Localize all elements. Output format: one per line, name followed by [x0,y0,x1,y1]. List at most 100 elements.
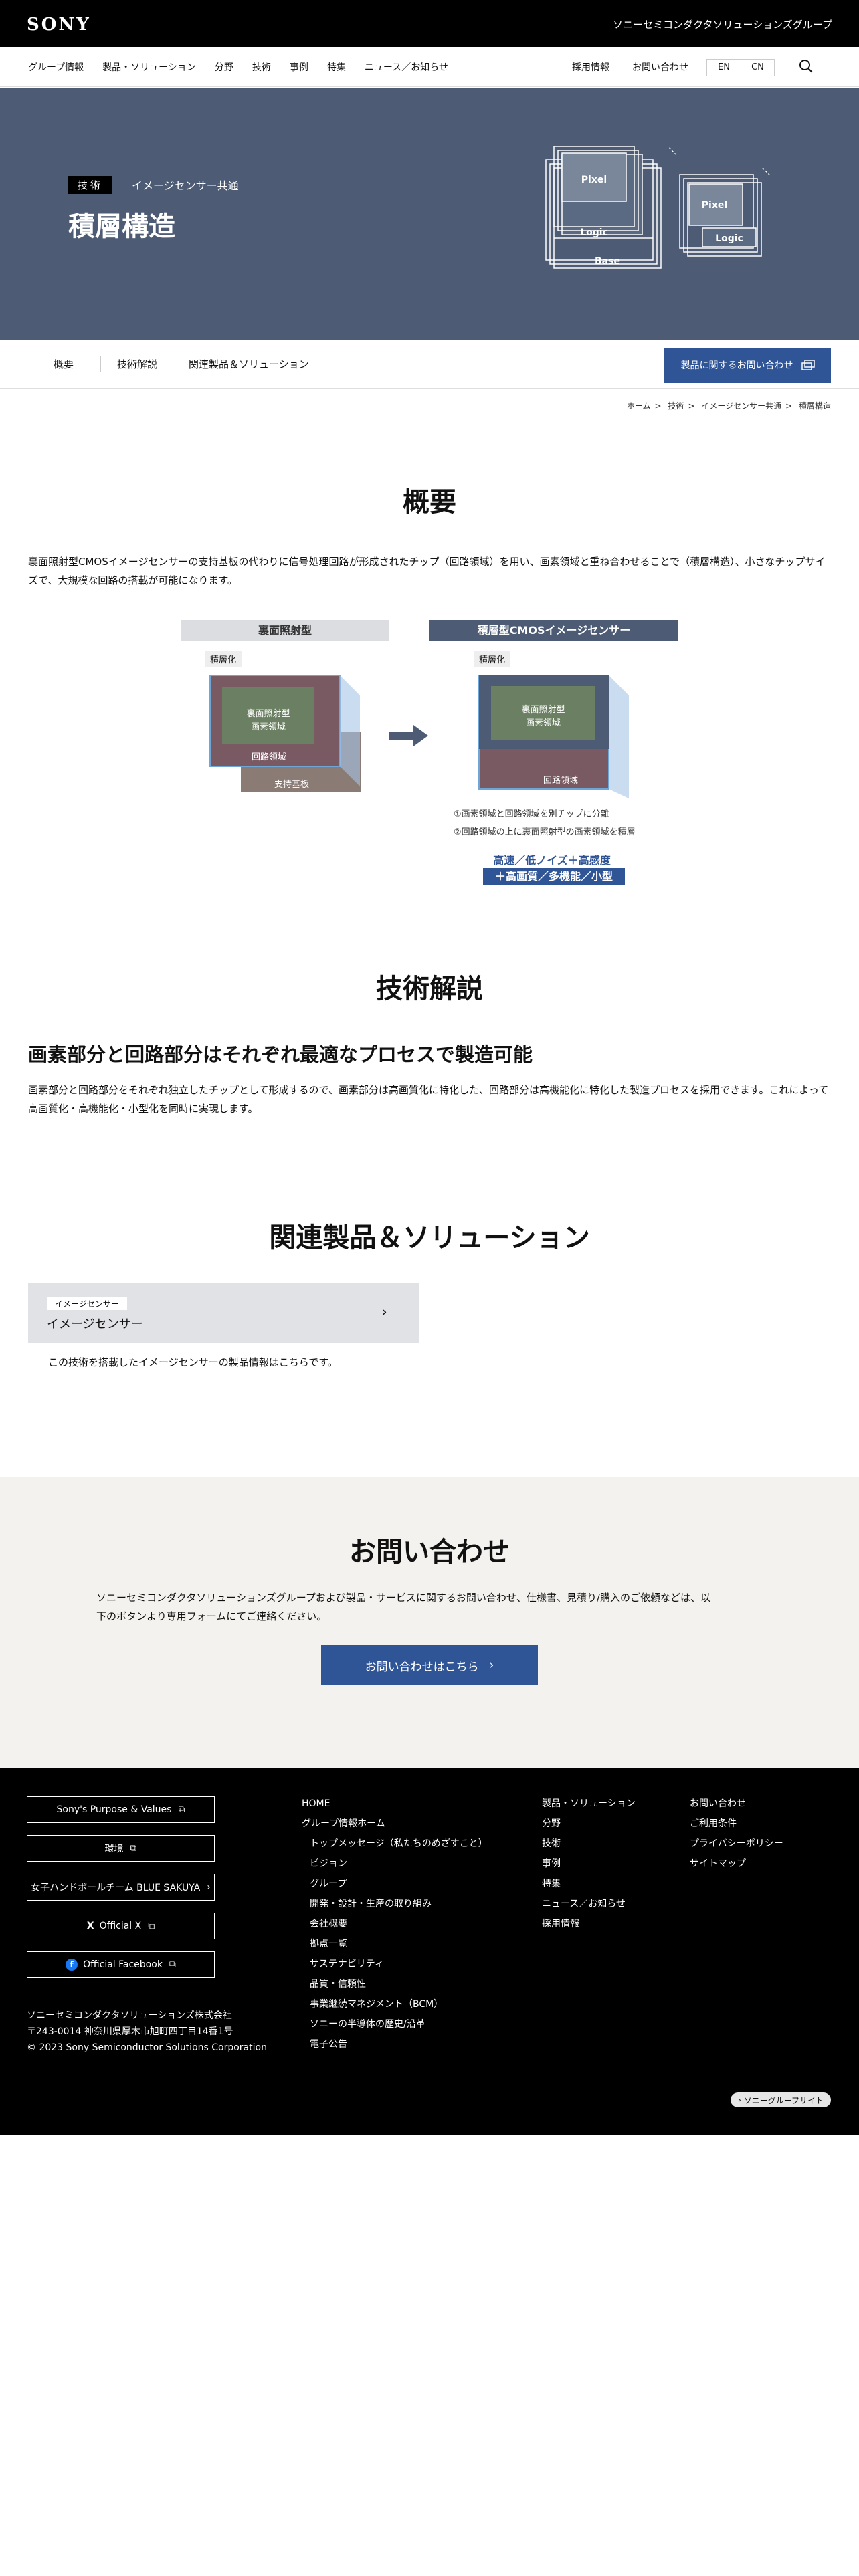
nav-item-news[interactable]: ニュース／お知らせ [365,60,448,74]
footer-btn-purpose[interactable]: Sony's Purpose & Values ⧉ [27,1796,215,1823]
nav-item-recruit[interactable]: 採用情報 [572,60,609,74]
x-logo-icon: X [86,1921,94,1931]
stack-illustration: Pixel Logic Base Pixel Logic [545,146,770,269]
footer-link[interactable]: 事業継続マネジメント（BCM） [302,1994,488,2014]
footer-link[interactable]: 分野 [542,1814,636,1834]
footer-link[interactable]: 品質・信頼性 [302,1974,488,1994]
footer-link[interactable]: グループ情報ホーム [302,1814,488,1834]
footer-col-1: HOME グループ情報ホーム トップメッセージ（私たちのめざすこと） ビジョン … [302,1794,488,2054]
tech-heading: 技術解説 [376,974,483,1004]
tech-subheading: 画素部分と回路部分はそれぞれ最適なプロセスで製造可能 [28,1043,533,1066]
footer-link[interactable]: 技術 [542,1834,636,1854]
contact-button[interactable]: お問い合わせはこちら › [321,1645,538,1685]
external-window-icon: ⧉ [148,1921,155,1931]
stacking-badge: 積層化 [474,651,511,667]
footer-link[interactable]: ご利用条件 [690,1814,783,1834]
footer-btn-label: 環境 [104,1844,124,1854]
footer-link[interactable]: 会社概要 [302,1914,488,1934]
footer-btn-facebook[interactable]: f Official Facebook ⧉ [27,1951,215,1978]
external-window-icon: ⧉ [178,1804,185,1815]
logic-label-small: Logic [715,233,743,244]
breadcrumb-technology[interactable]: 技術 [668,401,684,411]
footer-btn-label: Sony's Purpose & Values [56,1804,172,1815]
footer-link[interactable]: 開発・設計・生産の取り組み [302,1894,488,1914]
footer-link[interactable]: 特集 [542,1874,636,1894]
tab-technology[interactable]: 技術解説 [117,340,157,389]
footer-link[interactable]: サイトマップ [690,1854,783,1874]
base-label: Base [595,256,620,267]
footer-link[interactable]: お問い合わせ [690,1794,783,1814]
nav-main: グループ情報 製品・ソリューション 分野 技術 事例 特集 ニュース／お知らせ [28,47,467,87]
nav-item-contact[interactable]: お問い合わせ [632,60,688,74]
footer-address: ソニーセミコンダクタソリューションズ株式会社 〒243-0014 神奈川県厚木市… [27,2008,267,2056]
breadcrumb-category[interactable]: イメージセンサー共通 [701,401,781,411]
search-icon[interactable] [799,59,814,74]
footer-link[interactable]: 採用情報 [542,1914,636,1934]
pixel-label-small: Pixel [702,200,727,211]
copyright: © 2023 Sony Semiconductor Solutions Corp… [27,2042,267,2053]
chevron-right-icon: › [207,1882,211,1893]
group-site-label: ソニーグループサイト [743,2095,824,2105]
footer-link[interactable]: サステナビリティ [302,1954,488,1974]
footer-link[interactable]: ソニーの半導体の歴史/沿革 [302,2014,488,2034]
nav-item-technology[interactable]: 技術 [252,60,271,74]
pixel-label: Pixel [581,175,607,185]
group-name-link[interactable]: ソニーセミコンダクタソリューションズグループ [613,17,832,31]
support-substrate-label: 支持基板 [274,780,310,790]
external-window-icon: ⧉ [169,1959,176,1970]
nav-item-group[interactable]: グループ情報 [28,60,84,74]
sony-group-site-link[interactable]: › ソニーグループサイト [731,2092,831,2107]
nav-item-products[interactable]: 製品・ソリューション [102,60,196,74]
breadcrumb-home[interactable]: ホーム [627,401,651,411]
page-title: 積層構造 [68,211,175,242]
footer-link[interactable]: 事例 [542,1854,636,1874]
chevron-right-icon: › [381,1304,387,1321]
chevron-right-icon: › [737,2095,741,2105]
product-inquiry-label: 製品に関するお問い合わせ [680,360,793,371]
footer-link[interactable]: 製品・ソリューション [542,1794,636,1814]
hero-category: イメージセンサー共通 [132,179,239,192]
footer-btn-environment[interactable]: 環境 ⧉ [27,1835,215,1862]
nav-secondary: 採用情報 お問い合わせ [572,47,711,87]
footer-link[interactable]: 拠点一覧 [302,1934,488,1954]
sony-logo[interactable]: SONY [27,15,91,35]
tab-divider [100,356,101,372]
lang-en[interactable]: EN [707,60,741,76]
stacking-badge: 積層化 [205,651,242,667]
feature-line-1: 高速／低ノイズ＋高感度 [493,854,611,867]
related-heading: 関連製品＆ソリューション [269,1222,590,1253]
footer: Sony's Purpose & Values ⧉ 環境 ⧉ 女子ハンドボールチーム… [0,1768,859,2135]
breadcrumb: ホーム > 技術 > イメージセンサー共通 > 積層構造 [626,401,831,411]
product-inquiry-button[interactable]: 製品に関するお問い合わせ [664,348,831,383]
footer-link[interactable]: ニュース／お知らせ [542,1894,636,1914]
footer-link[interactable]: プライバシーポリシー [690,1834,783,1854]
overview-text: 裏面照射型CMOSイメージセンサーの支持基板の代わりに信号処理回路が形成されたチ… [28,556,826,586]
footer-link[interactable]: 電子公告 [302,2034,488,2054]
card-tag: イメージセンサー [47,1297,127,1310]
nav-item-cases[interactable]: 事例 [290,60,308,74]
nav-item-features[interactable]: 特集 [327,60,346,74]
tech-text: 画素部分と回路部分をそれぞれ独立したチップとして形成するので、画素部分は高画質化… [28,1084,829,1115]
feature-line-2: ＋高画質／多機能／小型 [483,868,625,885]
footer-btn-handball[interactable]: 女子ハンドボールチーム BLUE SAKUYA › [27,1874,215,1901]
footer-link[interactable]: ビジョン [302,1854,488,1874]
card-title: イメージセンサー [47,1317,143,1331]
footer-link[interactable]: グループ [302,1874,488,1894]
nav-item-fields[interactable]: 分野 [215,60,233,74]
tab-related[interactable]: 関連製品＆ソリューション [189,340,309,389]
top-bar: SONY ソニーセミコンダクタソリューションズグループ [0,0,859,47]
lang-cn[interactable]: CN [741,60,774,76]
pixel-area-line2: 画素領域 [525,718,561,728]
diagram-left-title: 裏面照射型 [181,620,389,641]
arrow-right-icon [389,725,428,746]
related-product-card[interactable]: イメージセンサー イメージセンサー › [28,1283,419,1343]
hero-banner: 技術 イメージセンサー共通 積層構造 Pixel Logic Base Pixe… [0,88,859,340]
footer-btn-x[interactable]: X Official X ⧉ [27,1913,215,1939]
footer-link[interactable]: HOME [302,1794,488,1814]
footer-col-2: 製品・ソリューション 分野 技術 事例 特集 ニュース／お知らせ 採用情報 [542,1794,636,1934]
footer-link[interactable]: トップメッセージ（私たちのめざすこと） [302,1834,488,1854]
tab-overview[interactable]: 概要 [54,340,74,389]
circuit-area-label: 回路領域 [252,752,287,762]
contact-heading: お問い合わせ [349,1537,510,1568]
contact-text-line2: 下のボタンより専用フォームにてご連絡ください。 [96,1610,327,1622]
